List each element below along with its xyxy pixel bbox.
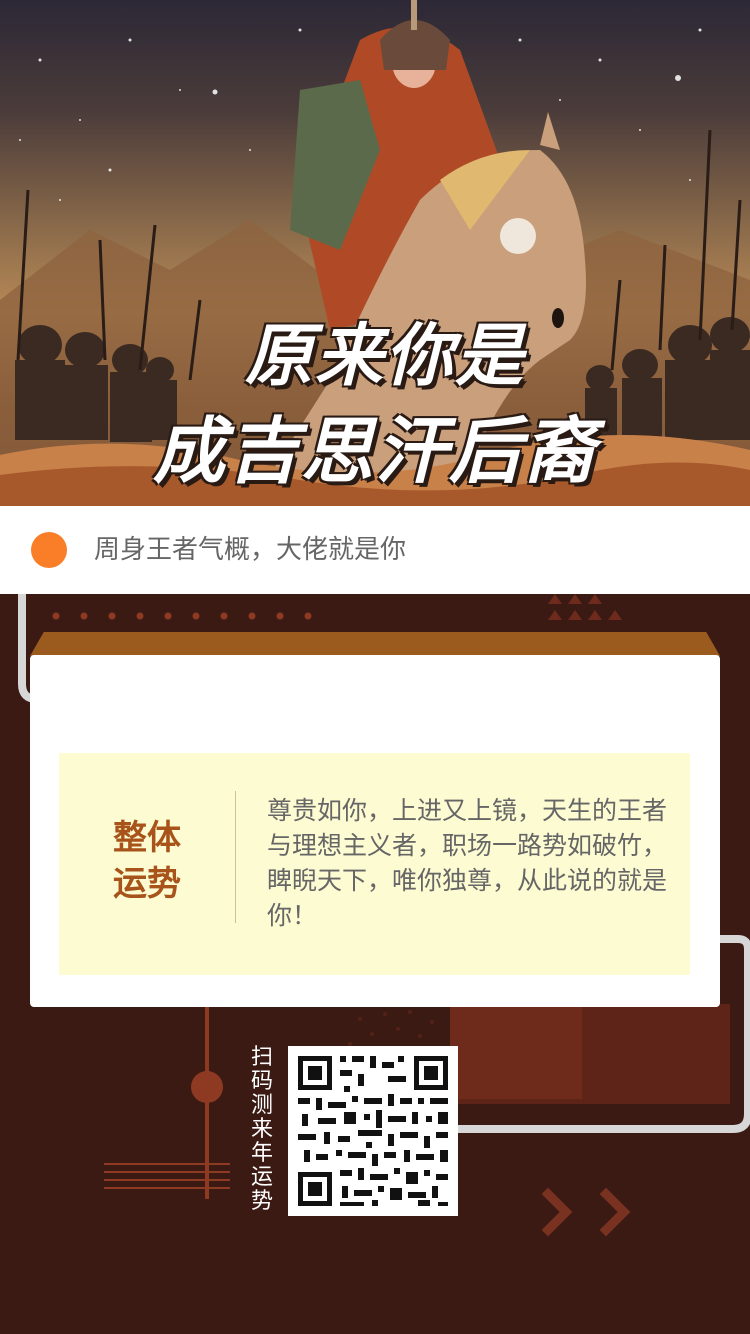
qr-code-graphic: [288, 1046, 458, 1216]
subtitle-text: 周身王者气概，大佬就是你: [94, 535, 407, 565]
hero-title-line2: 成吉思汗后裔: [152, 409, 597, 493]
fortune-panel: 整体运势 尊贵如你，上进又上镜，天生的王者与理想主义者，职场一路势如破竹，睥睨天…: [59, 753, 690, 975]
fortune-divider: [235, 791, 236, 923]
hero-title-line1: 原来你是: [244, 317, 525, 396]
qr-caption: 扫码测来年运势: [246, 1046, 278, 1214]
hero-banner: 原来你是 成吉思汗后裔: [0, 0, 750, 506]
subtitle-strip: 周身王者气概，大佬就是你: [0, 506, 750, 594]
qr-caption-text: 扫码测来年运势: [250, 1045, 273, 1214]
fortune-label-text: 整体运势: [113, 818, 181, 904]
orange-dot-icon: [31, 532, 67, 568]
fortune-text: 尊贵如你，上进又上镜，天生的王者与理想主义者，职场一路势如破竹，睥睨天下，唯你独…: [267, 796, 668, 930]
page: 原来你是 成吉思汗后裔 周身王者气概，大佬就是你 整体运势 尊贵如你，上进又上镜…: [0, 0, 750, 1334]
fortune-label: 整体运势: [59, 815, 235, 907]
card-tab: [30, 632, 720, 656]
qr-code-icon[interactable]: [288, 1046, 458, 1216]
